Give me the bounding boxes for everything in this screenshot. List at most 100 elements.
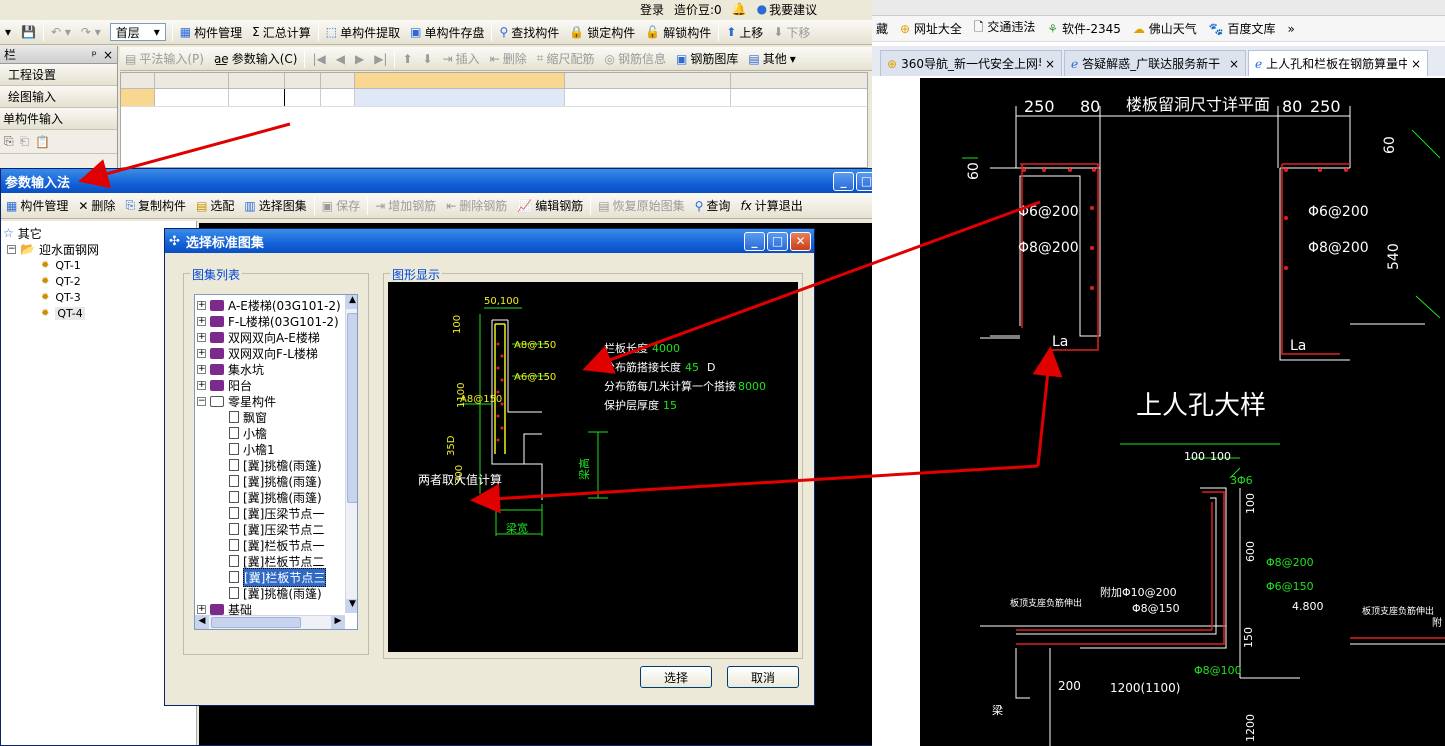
- login-link[interactable]: 登录: [640, 1, 664, 18]
- delete-rebar-button[interactable]: ⇤ 删除钢筋: [441, 195, 512, 217]
- match-button[interactable]: ▤ 选配: [191, 195, 239, 217]
- select-button[interactable]: 选择: [640, 666, 712, 688]
- param-input-button[interactable]: a͟e 参数输入(C): [209, 48, 303, 70]
- close-tab-icon[interactable]: ×: [1045, 57, 1055, 71]
- param-window-titlebar[interactable]: 参数输入法 _ □ ✕: [1, 169, 903, 193]
- insert-button[interactable]: ⇥ 插入: [438, 48, 485, 70]
- nav-last-icon[interactable]: ▶|: [369, 48, 392, 70]
- param-value-3[interactable]: 8000: [738, 380, 766, 393]
- param-value-2[interactable]: 45: [685, 361, 699, 374]
- cancel-button[interactable]: 取消: [727, 666, 799, 688]
- collapse-icon[interactable]: −: [197, 396, 206, 406]
- bookmark-item[interactable]: 🐾 百度文库: [1209, 20, 1276, 37]
- bell-icon[interactable]: 🔔: [732, 2, 747, 16]
- dialog-titlebar[interactable]: ✣ 选择标准图集 _ □ ✕: [165, 229, 814, 253]
- atlas-doc-item[interactable]: [冀]挑檐(雨篷): [197, 585, 357, 601]
- bookmark-overflow[interactable]: »: [1288, 22, 1295, 36]
- param-value-1[interactable]: 4000: [652, 342, 680, 355]
- scroll-up-icon[interactable]: ▲: [346, 295, 357, 309]
- atlas-book-item[interactable]: + 阳台: [197, 377, 357, 393]
- sidebar-item-project-settings[interactable]: 工程设置: [0, 64, 117, 86]
- atlas-book-open[interactable]: − 零星构件: [197, 393, 357, 409]
- component-manage-button[interactable]: ▦ 构件管理: [175, 21, 247, 43]
- save-component-button[interactable]: ▣ 单构件存盘: [405, 21, 489, 43]
- save-button[interactable]: ▣ 保存: [317, 195, 365, 217]
- expand-icon[interactable]: +: [197, 364, 206, 374]
- redo-icon[interactable]: ↷ ▾: [76, 21, 106, 43]
- copy-icon[interactable]: ⎘: [4, 134, 14, 149]
- sidebar-item-drawing-input[interactable]: 绘图输入: [0, 86, 117, 108]
- unlock-button[interactable]: 🔓 解锁构件: [640, 21, 716, 43]
- atlas-doc-item[interactable]: [冀]栏板节点一: [197, 537, 357, 553]
- expand-icon[interactable]: +: [197, 604, 206, 614]
- bookmark-item[interactable]: ☁ 佛山天气: [1133, 20, 1197, 37]
- atlas-doc-item[interactable]: [冀]压梁节点一: [197, 505, 357, 521]
- bookmark-item[interactable]: ⊕ 网址大全: [900, 20, 962, 37]
- close-icon[interactable]: ×: [103, 48, 113, 62]
- paste-icon[interactable]: ⎗: [20, 134, 30, 149]
- expand-icon[interactable]: +: [197, 300, 206, 310]
- param-value-4[interactable]: 15: [663, 399, 677, 412]
- atlas-tree[interactable]: + A-E楼梯(03G101-2) + F-L楼梯(03G101-2) + 双网双向A-E…: [194, 294, 358, 630]
- undo-icon[interactable]: ↶ ▾: [46, 21, 76, 43]
- atlas-doc-item[interactable]: 小檐: [197, 425, 357, 441]
- expand-icon[interactable]: +: [197, 348, 206, 358]
- move-down-button[interactable]: ⬇ 下移: [768, 21, 815, 43]
- browser-tab[interactable]: ℯ 答疑解惑_广联达服务新干 ×: [1064, 50, 1246, 76]
- move-up-button[interactable]: ⬆ 上移: [721, 21, 768, 43]
- save-icon[interactable]: 💾: [16, 21, 41, 43]
- scale-rebar-button[interactable]: ⌗ 缩尺配筋: [532, 48, 600, 70]
- extract-button[interactable]: ⬚ 单构件提取: [321, 21, 405, 43]
- atlas-doc-item[interactable]: [冀]挑檐(雨篷): [197, 489, 357, 505]
- scroll-right-icon[interactable]: ▶: [331, 616, 345, 629]
- grid-row[interactable]: [121, 89, 867, 107]
- row-down-icon[interactable]: ⬇: [418, 48, 438, 70]
- minimize-button[interactable]: _: [744, 231, 765, 251]
- add-rebar-button[interactable]: ⇥ 增加钢筋: [370, 195, 441, 217]
- scroll-thumb[interactable]: [347, 313, 357, 503]
- row-up-icon[interactable]: ⬆: [397, 48, 417, 70]
- scroll-left-icon[interactable]: ◀: [195, 616, 209, 629]
- close-tab-icon[interactable]: ×: [1411, 57, 1421, 71]
- close-button[interactable]: ✕: [790, 231, 811, 251]
- bookmark-item[interactable]: 🗋 交通违法: [974, 18, 1036, 39]
- flat-input-button[interactable]: ▤ 平法输入(P): [120, 48, 209, 70]
- component-manage-button[interactable]: ▦ 构件管理: [1, 195, 73, 217]
- atlas-doc-item[interactable]: 飘窗: [197, 409, 357, 425]
- address-bar-strip[interactable]: [872, 0, 1445, 16]
- browser-tab[interactable]: ⊕ 360导航_新一代安全上网导 ×: [880, 50, 1062, 76]
- dropdown-arrow[interactable]: ▾: [0, 21, 16, 43]
- restore-atlas-button[interactable]: ▤ 恢复原始图集: [593, 195, 689, 217]
- sidebar-item-single-component[interactable]: 单构件输入: [0, 108, 117, 130]
- bookmark-item[interactable]: ⚘ 软件-2345: [1047, 20, 1120, 37]
- browser-tab-active[interactable]: ℯ 上人孔和栏板在钢筋算量中 ×: [1248, 50, 1428, 76]
- maximize-button[interactable]: □: [767, 231, 788, 251]
- floor-select[interactable]: 首层 ▾: [109, 23, 166, 41]
- select-atlas-button[interactable]: ▥ 选择图集: [239, 195, 311, 217]
- delete-button[interactable]: ✕ 删除: [73, 195, 120, 217]
- find-button[interactable]: ⚲ 查找构件: [494, 21, 564, 43]
- atlas-doc-item[interactable]: [冀]挑檐(雨篷): [197, 457, 357, 473]
- nav-next-icon[interactable]: ▶: [350, 48, 369, 70]
- pin-icon[interactable]: ᵖ: [92, 48, 97, 62]
- atlas-book-item[interactable]: + 双网双向A-E楼梯: [197, 329, 357, 345]
- expand-icon[interactable]: +: [197, 316, 206, 326]
- bookmark-collect[interactable]: 藏: [876, 20, 888, 37]
- horizontal-scrollbar[interactable]: ◀ ▶: [195, 615, 345, 629]
- expand-icon[interactable]: +: [197, 332, 206, 342]
- copy-component-button[interactable]: ⎘ 复制构件: [120, 195, 191, 217]
- query-button[interactable]: ⚲ 查询: [690, 195, 736, 217]
- rebar-info-button[interactable]: ◎ 钢筋信息: [600, 48, 672, 70]
- expand-icon[interactable]: +: [197, 380, 206, 390]
- clipboard-icon[interactable]: 📋: [35, 135, 50, 149]
- hscroll-thumb[interactable]: [211, 617, 301, 628]
- summary-calc-button[interactable]: Σ 汇总计算: [247, 21, 316, 43]
- atlas-book-item[interactable]: + 双网双向F-L楼梯: [197, 345, 357, 361]
- atlas-doc-item[interactable]: 小檐1: [197, 441, 357, 457]
- atlas-doc-item[interactable]: [冀]压梁节点二: [197, 521, 357, 537]
- atlas-book-item[interactable]: + 集水坑: [197, 361, 357, 377]
- atlas-doc-selected[interactable]: [冀]栏板节点三: [197, 567, 357, 587]
- minimize-button[interactable]: _: [833, 171, 854, 191]
- atlas-book-item[interactable]: + F-L楼梯(03G101-2): [197, 313, 357, 329]
- atlas-doc-item[interactable]: [冀]挑檐(雨篷): [197, 473, 357, 489]
